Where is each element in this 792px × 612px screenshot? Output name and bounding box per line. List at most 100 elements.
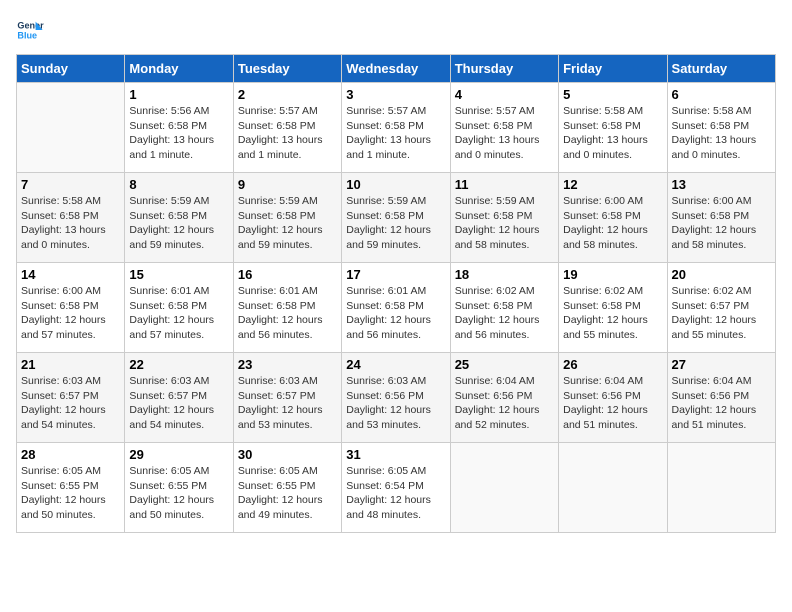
calendar-header: SundayMondayTuesdayWednesdayThursdayFrid… bbox=[17, 55, 776, 83]
day-number: 28 bbox=[21, 447, 120, 462]
day-cell: 12 Sunrise: 6:00 AM Sunset: 6:58 PM Dayli… bbox=[559, 173, 667, 263]
header-row: SundayMondayTuesdayWednesdayThursdayFrid… bbox=[17, 55, 776, 83]
day-number: 10 bbox=[346, 177, 445, 192]
day-number: 30 bbox=[238, 447, 337, 462]
day-cell: 17 Sunrise: 6:01 AM Sunset: 6:58 PM Dayli… bbox=[342, 263, 450, 353]
day-info: Sunrise: 6:01 AM Sunset: 6:58 PM Dayligh… bbox=[129, 284, 228, 343]
week-row-3: 14Sunrise: 6:00 AM Sunset: 6:58 PM Dayli… bbox=[17, 263, 776, 353]
day-cell: 3Sunrise: 5:57 AM Sunset: 6:58 PM Daylig… bbox=[342, 83, 450, 173]
day-cell bbox=[559, 443, 667, 533]
day-number: 12 bbox=[563, 177, 662, 192]
day-number: 5 bbox=[563, 87, 662, 102]
day-cell: 23 Sunrise: 6:03 AM Sunset: 6:57 PM Dayli… bbox=[233, 353, 341, 443]
header-cell-sunday: Sunday bbox=[17, 55, 125, 83]
day-info: Sunrise: 6:00 AM Sunset: 6:58 PM Dayligh… bbox=[21, 284, 120, 343]
header-cell-friday: Friday bbox=[559, 55, 667, 83]
day-number: 15 bbox=[129, 267, 228, 282]
day-info: Sunrise: 5:59 AM Sunset: 6:58 PM Dayligh… bbox=[346, 194, 445, 253]
day-cell: 29 Sunrise: 6:05 AM Sunset: 6:55 PM Dayli… bbox=[125, 443, 233, 533]
day-info: Sunrise: 6:04 AM Sunset: 6:56 PM Dayligh… bbox=[672, 374, 771, 433]
day-cell: 5 Sunrise: 5:58 AM Sunset: 6:58 PM Daylig… bbox=[559, 83, 667, 173]
day-cell: 21 Sunrise: 6:03 AM Sunset: 6:57 PM Dayli… bbox=[17, 353, 125, 443]
day-info: Sunrise: 6:05 AM Sunset: 6:54 PM Dayligh… bbox=[346, 464, 445, 523]
day-cell: 30 Sunrise: 6:05 AM Sunset: 6:55 PM Dayli… bbox=[233, 443, 341, 533]
day-cell: 16 Sunrise: 6:01 AM Sunset: 6:58 PM Dayli… bbox=[233, 263, 341, 353]
day-cell: 7 Sunrise: 5:58 AM Sunset: 6:58 PM Daylig… bbox=[17, 173, 125, 263]
day-info: Sunrise: 6:04 AM Sunset: 6:56 PM Dayligh… bbox=[455, 374, 554, 433]
day-info: Sunrise: 5:59 AM Sunset: 6:58 PM Dayligh… bbox=[238, 194, 337, 253]
day-number: 31 bbox=[346, 447, 445, 462]
day-cell: 27Sunrise: 6:04 AM Sunset: 6:56 PM Dayli… bbox=[667, 353, 775, 443]
day-cell: 14Sunrise: 6:00 AM Sunset: 6:58 PM Dayli… bbox=[17, 263, 125, 353]
day-number: 21 bbox=[21, 357, 120, 372]
day-number: 29 bbox=[129, 447, 228, 462]
day-cell: 26 Sunrise: 6:04 AM Sunset: 6:56 PM Dayli… bbox=[559, 353, 667, 443]
day-cell: 8 Sunrise: 5:59 AM Sunset: 6:58 PM Daylig… bbox=[125, 173, 233, 263]
day-number: 8 bbox=[129, 177, 228, 192]
day-cell: 10 Sunrise: 5:59 AM Sunset: 6:58 PM Dayli… bbox=[342, 173, 450, 263]
day-number: 13 bbox=[672, 177, 771, 192]
week-row-5: 28 Sunrise: 6:05 AM Sunset: 6:55 PM Dayli… bbox=[17, 443, 776, 533]
day-number: 24 bbox=[346, 357, 445, 372]
day-info: Sunrise: 6:03 AM Sunset: 6:57 PM Dayligh… bbox=[129, 374, 228, 433]
day-cell: 1 Sunrise: 5:56 AM Sunset: 6:58 PM Daylig… bbox=[125, 83, 233, 173]
day-cell: 11Sunrise: 5:59 AM Sunset: 6:58 PM Dayli… bbox=[450, 173, 558, 263]
day-info: Sunrise: 5:56 AM Sunset: 6:58 PM Dayligh… bbox=[129, 104, 228, 163]
week-row-2: 7 Sunrise: 5:58 AM Sunset: 6:58 PM Daylig… bbox=[17, 173, 776, 263]
day-info: Sunrise: 6:02 AM Sunset: 6:57 PM Dayligh… bbox=[672, 284, 771, 343]
day-info: Sunrise: 5:59 AM Sunset: 6:58 PM Dayligh… bbox=[129, 194, 228, 253]
day-cell bbox=[450, 443, 558, 533]
header-cell-thursday: Thursday bbox=[450, 55, 558, 83]
day-cell bbox=[667, 443, 775, 533]
day-number: 23 bbox=[238, 357, 337, 372]
day-info: Sunrise: 6:02 AM Sunset: 6:58 PM Dayligh… bbox=[563, 284, 662, 343]
day-number: 2 bbox=[238, 87, 337, 102]
logo-icon: General Blue bbox=[16, 16, 44, 44]
week-row-1: 1 Sunrise: 5:56 AM Sunset: 6:58 PM Daylig… bbox=[17, 83, 776, 173]
day-info: Sunrise: 6:03 AM Sunset: 6:57 PM Dayligh… bbox=[21, 374, 120, 433]
header-cell-saturday: Saturday bbox=[667, 55, 775, 83]
day-cell: 25 Sunrise: 6:04 AM Sunset: 6:56 PM Dayli… bbox=[450, 353, 558, 443]
day-number: 16 bbox=[238, 267, 337, 282]
day-cell: 6 Sunrise: 5:58 AM Sunset: 6:58 PM Daylig… bbox=[667, 83, 775, 173]
day-info: Sunrise: 6:00 AM Sunset: 6:58 PM Dayligh… bbox=[563, 194, 662, 253]
day-info: Sunrise: 6:04 AM Sunset: 6:56 PM Dayligh… bbox=[563, 374, 662, 433]
day-info: Sunrise: 6:03 AM Sunset: 6:56 PM Dayligh… bbox=[346, 374, 445, 433]
logo: General Blue bbox=[16, 16, 44, 44]
day-info: Sunrise: 6:02 AM Sunset: 6:58 PM Dayligh… bbox=[455, 284, 554, 343]
day-info: Sunrise: 5:58 AM Sunset: 6:58 PM Dayligh… bbox=[21, 194, 120, 253]
day-number: 25 bbox=[455, 357, 554, 372]
day-number: 1 bbox=[129, 87, 228, 102]
day-number: 26 bbox=[563, 357, 662, 372]
calendar-body: 1 Sunrise: 5:56 AM Sunset: 6:58 PM Daylig… bbox=[17, 83, 776, 533]
day-info: Sunrise: 6:05 AM Sunset: 6:55 PM Dayligh… bbox=[238, 464, 337, 523]
day-info: Sunrise: 6:05 AM Sunset: 6:55 PM Dayligh… bbox=[129, 464, 228, 523]
day-cell: 2 Sunrise: 5:57 AM Sunset: 6:58 PM Daylig… bbox=[233, 83, 341, 173]
day-number: 11 bbox=[455, 177, 554, 192]
day-info: Sunrise: 6:01 AM Sunset: 6:58 PM Dayligh… bbox=[346, 284, 445, 343]
day-info: Sunrise: 5:58 AM Sunset: 6:58 PM Dayligh… bbox=[672, 104, 771, 163]
day-number: 20 bbox=[672, 267, 771, 282]
day-info: Sunrise: 6:00 AM Sunset: 6:58 PM Dayligh… bbox=[672, 194, 771, 253]
day-number: 17 bbox=[346, 267, 445, 282]
day-cell: 24 Sunrise: 6:03 AM Sunset: 6:56 PM Dayli… bbox=[342, 353, 450, 443]
page-header: General Blue bbox=[16, 16, 776, 44]
day-info: Sunrise: 6:03 AM Sunset: 6:57 PM Dayligh… bbox=[238, 374, 337, 433]
header-cell-wednesday: Wednesday bbox=[342, 55, 450, 83]
header-cell-monday: Monday bbox=[125, 55, 233, 83]
day-info: Sunrise: 5:57 AM Sunset: 6:58 PM Dayligh… bbox=[455, 104, 554, 163]
week-row-4: 21 Sunrise: 6:03 AM Sunset: 6:57 PM Dayli… bbox=[17, 353, 776, 443]
day-cell: 20 Sunrise: 6:02 AM Sunset: 6:57 PM Dayli… bbox=[667, 263, 775, 353]
day-info: Sunrise: 5:58 AM Sunset: 6:58 PM Dayligh… bbox=[563, 104, 662, 163]
day-cell: 31 Sunrise: 6:05 AM Sunset: 6:54 PM Dayli… bbox=[342, 443, 450, 533]
day-number: 19 bbox=[563, 267, 662, 282]
day-number: 7 bbox=[21, 177, 120, 192]
svg-text:Blue: Blue bbox=[17, 30, 37, 40]
day-info: Sunrise: 6:01 AM Sunset: 6:58 PM Dayligh… bbox=[238, 284, 337, 343]
day-cell bbox=[17, 83, 125, 173]
day-cell: 18Sunrise: 6:02 AM Sunset: 6:58 PM Dayli… bbox=[450, 263, 558, 353]
day-cell: 28Sunrise: 6:05 AM Sunset: 6:55 PM Dayli… bbox=[17, 443, 125, 533]
day-number: 22 bbox=[129, 357, 228, 372]
day-number: 6 bbox=[672, 87, 771, 102]
day-info: Sunrise: 5:57 AM Sunset: 6:58 PM Dayligh… bbox=[238, 104, 337, 163]
